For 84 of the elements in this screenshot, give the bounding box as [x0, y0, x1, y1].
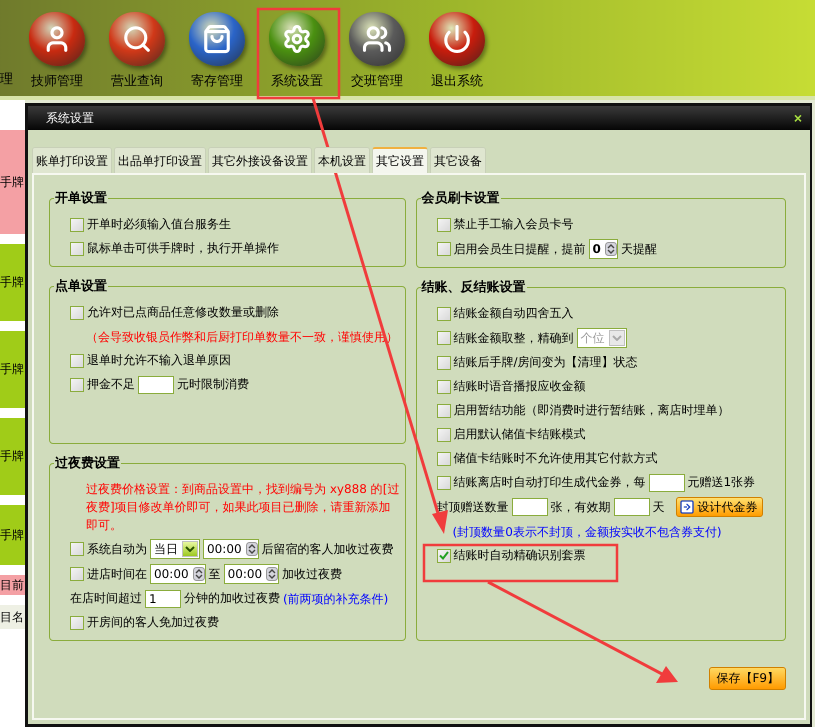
meeting-icon[interactable] — [349, 12, 405, 66]
checkbox[interactable]: 退单时允许不输入退单原因 — [70, 352, 231, 369]
chevron-down-icon[interactable] — [185, 546, 195, 552]
design-voucher-button[interactable]: 设计代金券 — [676, 497, 763, 517]
save-button[interactable]: 保存【F9】 — [709, 667, 786, 690]
toolbar-label: 理 — [0, 71, 14, 88]
checkbox[interactable]: 结账时自动精确识别套票 — [436, 547, 586, 564]
checkbox[interactable]: 进店时间在 — [70, 566, 147, 582]
spinner-icon[interactable] — [604, 242, 617, 256]
hint-text: 过夜费价格设置：到商品设置中，找到编号为 xy888 的[过夜费]项目修改单价即可，如果此项目已删除，请重新添加即可。 — [86, 481, 400, 534]
room-tile[interactable]: 手牌 — [0, 331, 25, 408]
hint-text: (封顶数量0表示不封顶，金额按实收不包含券支付) — [452, 524, 722, 540]
input-field[interactable] — [648, 474, 685, 492]
bag-icon[interactable] — [189, 12, 245, 66]
arrow-right-icon — [678, 499, 695, 515]
checkbox[interactable]: 结账后手牌/房间变为【清理】状态 — [436, 354, 638, 371]
label-text: 元赠送1张券 — [688, 474, 756, 491]
settings-icon[interactable] — [269, 12, 325, 66]
checkbox[interactable]: 鼠标单击可供手牌时，执行开单操作 — [70, 240, 279, 257]
room-tile[interactable]: 手牌 — [0, 244, 25, 321]
group-title: 会员刷卡设置 — [420, 190, 501, 207]
toolbar-label[interactable]: 营业查询 — [111, 72, 163, 90]
tab[interactable]: 其它外接设备设置 — [208, 147, 312, 173]
checkbox[interactable]: 开单时必须输入值台服务生 — [70, 216, 231, 233]
group-title: 过夜费设置 — [54, 454, 121, 472]
label-text: 天 — [652, 498, 665, 516]
dropdown[interactable]: 当日 — [150, 539, 200, 559]
checkbox[interactable]: 禁止手工输入会员卡号 — [436, 216, 574, 233]
window-title: 系统设置 — [46, 110, 94, 126]
tab[interactable]: 本机设置 — [314, 147, 370, 173]
toolbar-label[interactable]: 技师管理 — [31, 72, 83, 90]
check-icon — [438, 551, 449, 560]
checkbox[interactable]: 启用会员生日提醒，提前 — [436, 240, 586, 258]
label-text: 张，有效期 — [550, 498, 611, 516]
room-tile[interactable]: 手牌 — [0, 130, 25, 234]
input-field[interactable]: 1 — [145, 590, 181, 608]
time-field[interactable]: 00:00 — [203, 539, 259, 559]
checkbox[interactable]: 启用默认储值卡结账模式 — [436, 426, 586, 443]
checkbox[interactable]: 结账金额自动四舍五入 — [436, 305, 574, 322]
tab[interactable]: 出品单打印设置 — [114, 147, 206, 173]
checkbox[interactable]: 启用暂结功能（即消费时进行暂结账，离店时埋单） — [436, 402, 730, 419]
label-text: 后留宿的客人加收过夜费 — [262, 540, 394, 558]
input-field[interactable] — [512, 498, 548, 516]
input-field[interactable] — [138, 376, 174, 394]
tab[interactable]: 账单打印设置 — [32, 147, 112, 173]
checkbox[interactable]: 结账时语音播报应收金额 — [436, 378, 586, 395]
power-icon[interactable] — [429, 12, 485, 66]
checkbox[interactable]: 结账离店时自动打印生成代金券，每 — [436, 474, 646, 491]
toolbar-label[interactable]: 退出系统 — [431, 72, 483, 90]
label-text: 加收过夜费 — [282, 566, 342, 582]
toolbar-label[interactable]: 系统设置 — [271, 72, 323, 90]
label-text: 天提醒 — [620, 240, 657, 258]
spinner-icon[interactable] — [192, 567, 205, 581]
person-icon[interactable] — [29, 12, 85, 66]
tab[interactable]: 其它设置 — [372, 147, 428, 173]
group-title: 开单设置 — [54, 190, 108, 207]
group-title: 点单设置 — [54, 278, 108, 295]
close-button[interactable]: × — [792, 110, 804, 126]
checkbox[interactable]: 押金不足 — [70, 376, 135, 393]
room-tile[interactable]: 目前 — [0, 575, 25, 595]
room-tile[interactable]: 手牌 — [0, 505, 25, 565]
room-tile[interactable]: 手牌 — [0, 418, 25, 495]
checkbox[interactable]: 结账金额取整，精确到 — [436, 330, 574, 346]
tab[interactable]: 其它设备 — [430, 147, 486, 173]
checkbox[interactable]: 允许对已点商品任意修改数量或删除 — [70, 304, 279, 321]
label-text: 分钟的加收过夜费 — [184, 590, 280, 607]
spinner-icon[interactable] — [246, 542, 258, 556]
input-field[interactable] — [614, 498, 650, 516]
number-spinner[interactable]: 0 — [588, 239, 618, 259]
toolbar-label[interactable]: 寄存管理 — [191, 72, 243, 90]
spinner-icon[interactable] — [266, 567, 278, 581]
hint-text: (前两项的补充条件) — [283, 590, 388, 608]
toolbar-label[interactable]: 交班管理 — [351, 72, 403, 90]
group-title: 结账、反结账设置 — [420, 279, 527, 296]
time-field[interactable]: 00:00 — [224, 564, 280, 584]
checkbox[interactable]: 系统自动为 — [70, 540, 147, 558]
label-text: 在店时间超过 — [70, 590, 142, 607]
room-tile[interactable]: 目名 — [0, 605, 25, 629]
search-icon[interactable] — [109, 12, 165, 66]
checkbox[interactable]: 开房间的客人免加过夜费 — [70, 614, 219, 631]
label-text: 元时限制消费 — [177, 376, 249, 393]
checkbox[interactable]: 储值卡结账时不允许使用其它付款方式 — [436, 450, 658, 467]
time-field[interactable]: 00:00 — [150, 564, 206, 584]
label-text: 至 — [208, 566, 221, 582]
